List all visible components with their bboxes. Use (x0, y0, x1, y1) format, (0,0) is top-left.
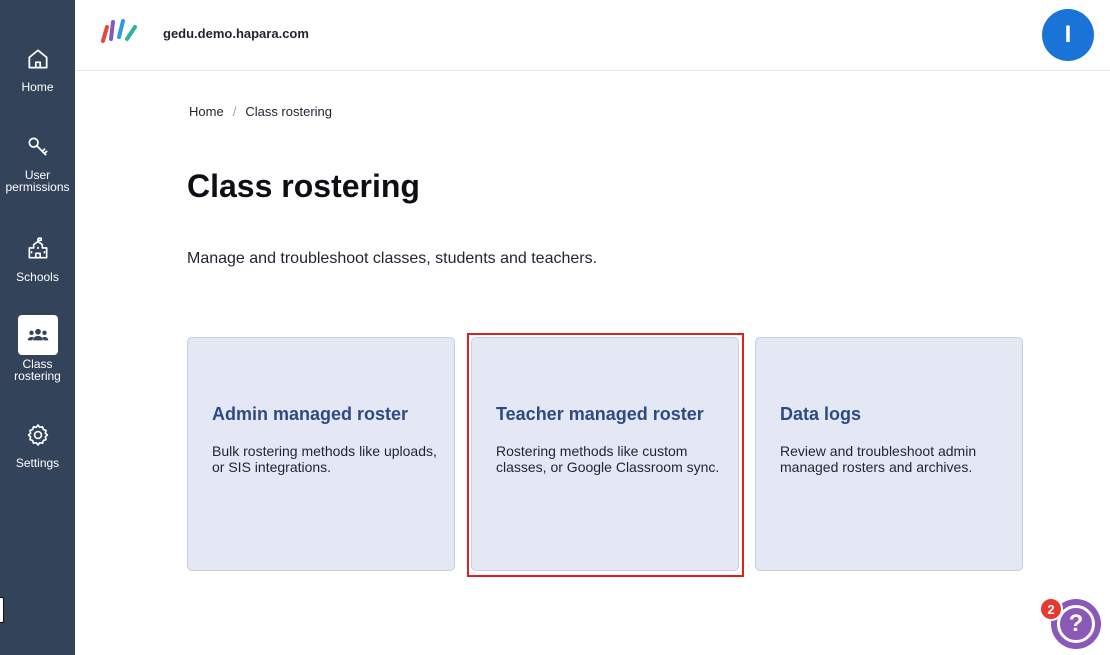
card-description: Rostering methods like custom classes, o… (496, 443, 720, 475)
sidebar-item-schools[interactable]: Schools (0, 229, 75, 283)
sidebar-collapse-handle[interactable] (0, 597, 4, 623)
school-icon (18, 229, 58, 269)
page-description: Manage and troubleshoot classes, student… (187, 250, 598, 267)
breadcrumb-separator: / (232, 104, 237, 119)
admin-managed-roster-card[interactable]: Admin managed roster Bulk rostering meth… (187, 337, 455, 571)
sidebar-item-user-permissions[interactable]: User permissions (0, 127, 75, 193)
card-description: Review and troubleshoot admin managed ro… (780, 443, 977, 475)
sidebar: Home User permissions Schools Class rost… (0, 0, 75, 655)
notification-badge: 2 (1039, 597, 1063, 621)
sidebar-item-settings[interactable]: Settings (0, 415, 75, 469)
top-header: gedu.demo.hapara.com I (75, 0, 1110, 71)
data-logs-card[interactable]: Data logs Review and troubleshoot admin … (755, 337, 1023, 571)
teacher-managed-roster-card[interactable]: Teacher managed roster Rostering methods… (471, 337, 739, 571)
card-title: Teacher managed roster (496, 404, 704, 424)
home-icon (18, 39, 58, 79)
sidebar-item-label: User permissions (5, 168, 70, 194)
hapara-logo (101, 19, 137, 43)
breadcrumb-current: Class rostering (245, 104, 333, 119)
gear-icon (18, 415, 58, 455)
avatar[interactable]: I (1042, 9, 1094, 61)
sidebar-item-label: Class rostering (14, 357, 61, 383)
card-title: Data logs (780, 404, 862, 424)
key-icon (18, 127, 58, 167)
breadcrumb-home-link[interactable]: Home (189, 104, 224, 119)
sidebar-item-label: Settings (15, 456, 60, 470)
card-description: Bulk rostering methods like uploads, or … (212, 443, 437, 475)
breadcrumb: Home / Class rostering (189, 104, 332, 119)
page-title: Class rostering (187, 168, 420, 204)
sidebar-item-class-rostering[interactable]: Class rostering (0, 315, 75, 382)
sidebar-item-label: Home (21, 80, 54, 94)
users-icon (17, 315, 58, 355)
domain-label: gedu.demo.hapara.com (163, 26, 309, 41)
card-title: Admin managed roster (212, 404, 409, 424)
sidebar-item-home[interactable]: Home (0, 39, 75, 93)
sidebar-item-label: Schools (16, 270, 59, 284)
